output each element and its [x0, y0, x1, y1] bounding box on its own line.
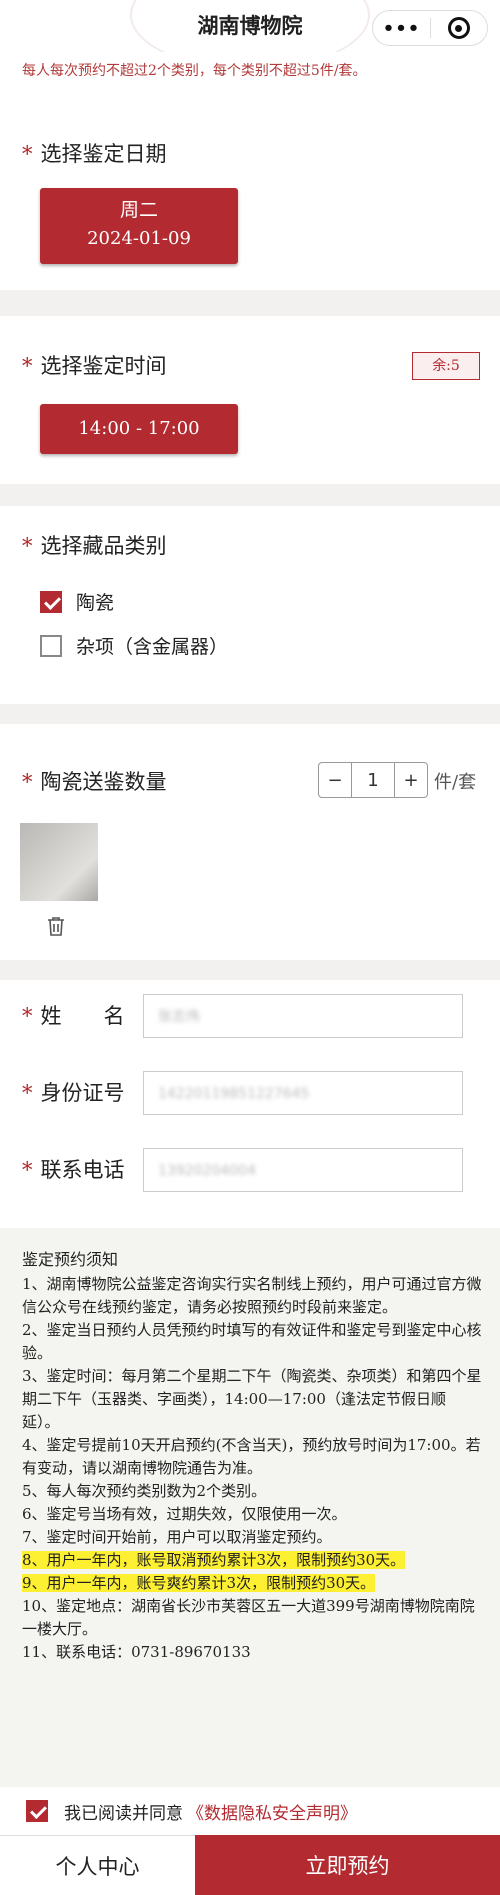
date-value: 2024-01-09	[87, 228, 191, 249]
category-option-label: 杂项（含金属器）	[76, 636, 229, 658]
checkbox-checked[interactable]	[40, 590, 62, 613]
title-bar: 湖南博物院 •••	[0, 0, 500, 70]
rules-item-highlighted: 8、用户一年内，账号取消预约累计3次，限制预约30天。	[22, 1551, 406, 1569]
quantity-section: * 陶瓷送鉴数量 − 1 + 件/套	[0, 724, 500, 960]
required-asterisk: *	[22, 534, 33, 558]
required-asterisk: *	[22, 142, 33, 166]
date-section-label: 选择鉴定日期	[40, 142, 167, 166]
time-slot-button[interactable]: 14:00 - 17:00	[40, 404, 238, 454]
id-number-field[interactable]: 14220119851227645	[143, 1071, 463, 1115]
agreement-checkbox[interactable]	[26, 1800, 48, 1822]
quantity-section-title: * 陶瓷送鉴数量	[22, 766, 167, 796]
personal-info-form: * 姓 名 张志伟 * 身份证号 14220119851227645 * 联系电话 1…	[0, 980, 500, 1228]
required-asterisk: *	[22, 770, 33, 794]
id-number-field-value: 14220119851227645	[158, 1086, 310, 1102]
name-field-label: * 姓 名	[22, 1004, 125, 1028]
category-section: * 选择藏品类别 陶瓷 杂项（含金属器）	[0, 506, 500, 704]
quantity-section-label: 陶瓷送鉴数量	[40, 770, 167, 794]
rules-item-highlighted: 9、用户一年内，账号爽约累计3次，限制预约30天。	[22, 1574, 376, 1592]
rules-item: 1、湖南博物院公益鉴定咨询实行实名制线上预约，用户可通过官方微信公众号在线预约鉴…	[22, 1275, 482, 1316]
time-section: * 选择鉴定时间 余:5 14:00 - 17:00	[0, 316, 500, 484]
quantity-unit: 件/套	[434, 772, 477, 793]
category-option-ceramics[interactable]: 陶瓷	[40, 588, 114, 615]
date-section-title: * 选择鉴定日期	[22, 138, 167, 168]
rules-item: 3、鉴定时间：每月第二个星期二下午（陶瓷类、杂项类）和第四个星期二下午（玉器类、…	[22, 1367, 482, 1431]
privacy-statement-link[interactable]: 《数据隐私安全声明》	[187, 1799, 357, 1824]
required-asterisk: *	[22, 1081, 33, 1105]
phone-field-label: * 联系电话	[22, 1158, 125, 1182]
more-dots-icon[interactable]: •••	[373, 18, 430, 39]
mini-program-capsule: •••	[372, 10, 488, 46]
rules-item: 2、鉴定当日预约人员凭预约时填写的有效证件和鉴定号到鉴定中心核验。	[22, 1321, 482, 1362]
decrement-button[interactable]: −	[319, 763, 351, 797]
remaining-slots-badge: 余:5	[412, 352, 480, 380]
required-asterisk: *	[22, 354, 33, 378]
checkbox-unchecked[interactable]	[40, 634, 62, 657]
booking-rules-notice: 鉴定预约须知 1、湖南博物院公益鉴定咨询实行实名制线上预约，用户可通过官方微信公…	[0, 1228, 500, 1800]
privacy-agreement-row: 我已阅读并同意 《数据隐私安全声明》	[0, 1787, 500, 1835]
time-section-title: * 选择鉴定时间	[22, 350, 167, 380]
bottom-action-bar: 个人中心 立即预约	[0, 1835, 500, 1895]
phone-field-value: 13920204004	[158, 1163, 256, 1179]
close-button[interactable]	[431, 17, 487, 39]
time-section-label: 选择鉴定时间	[40, 354, 167, 378]
increment-button[interactable]: +	[395, 763, 427, 797]
category-option-misc[interactable]: 杂项（含金属器）	[40, 632, 228, 659]
required-asterisk: *	[22, 1004, 33, 1028]
rules-title: 鉴定预约须知	[22, 1250, 119, 1269]
agreement-prefix: 我已阅读并同意	[64, 1803, 183, 1824]
id-number-field-label: * 身份证号	[22, 1081, 125, 1105]
rules-item: 11、联系电话：0731-89670133	[22, 1643, 251, 1661]
quantity-value[interactable]: 1	[351, 763, 395, 797]
required-asterisk: *	[22, 1158, 33, 1182]
personal-center-button[interactable]: 个人中心	[0, 1835, 195, 1895]
rules-item: 6、鉴定号当场有效，过期失效，仅限使用一次。	[22, 1505, 347, 1523]
phone-field[interactable]: 13920204004	[143, 1148, 463, 1192]
rules-item: 7、鉴定时间开始前，用户可以取消鉴定预约。	[22, 1528, 332, 1546]
rules-item: 10、鉴定地点：湖南省长沙市芙蓉区五一大道399号湖南博物院南院一楼大厅。	[22, 1597, 475, 1638]
uploaded-photo-thumbnail[interactable]	[20, 823, 98, 901]
target-circle-icon	[447, 17, 470, 39]
date-section: 每人每次预约不超过2个类别，每个类别不超过5件/套。 * 选择鉴定日期 周二 20…	[0, 52, 500, 290]
trash-icon[interactable]	[47, 916, 65, 936]
rules-item: 5、每人每次预约类别数为2个类别。	[22, 1482, 267, 1500]
category-option-label: 陶瓷	[76, 592, 115, 614]
category-section-title: * 选择藏品类别	[22, 530, 167, 560]
booking-limit-notice: 每人每次预约不超过2个类别，每个类别不超过5件/套。	[22, 63, 367, 79]
rules-item: 4、鉴定号提前10天开启预约(不含当天)，预约放号时间为17:00。若有变动，请…	[22, 1436, 481, 1477]
name-field-value: 张志伟	[158, 1009, 200, 1025]
date-weekday: 周二	[119, 199, 158, 221]
date-option-button[interactable]: 周二 2024-01-09	[40, 188, 238, 264]
book-now-button[interactable]: 立即预约	[195, 1835, 500, 1895]
category-section-label: 选择藏品类别	[40, 534, 167, 558]
quantity-stepper: − 1 +	[318, 762, 428, 798]
name-field[interactable]: 张志伟	[143, 994, 463, 1038]
